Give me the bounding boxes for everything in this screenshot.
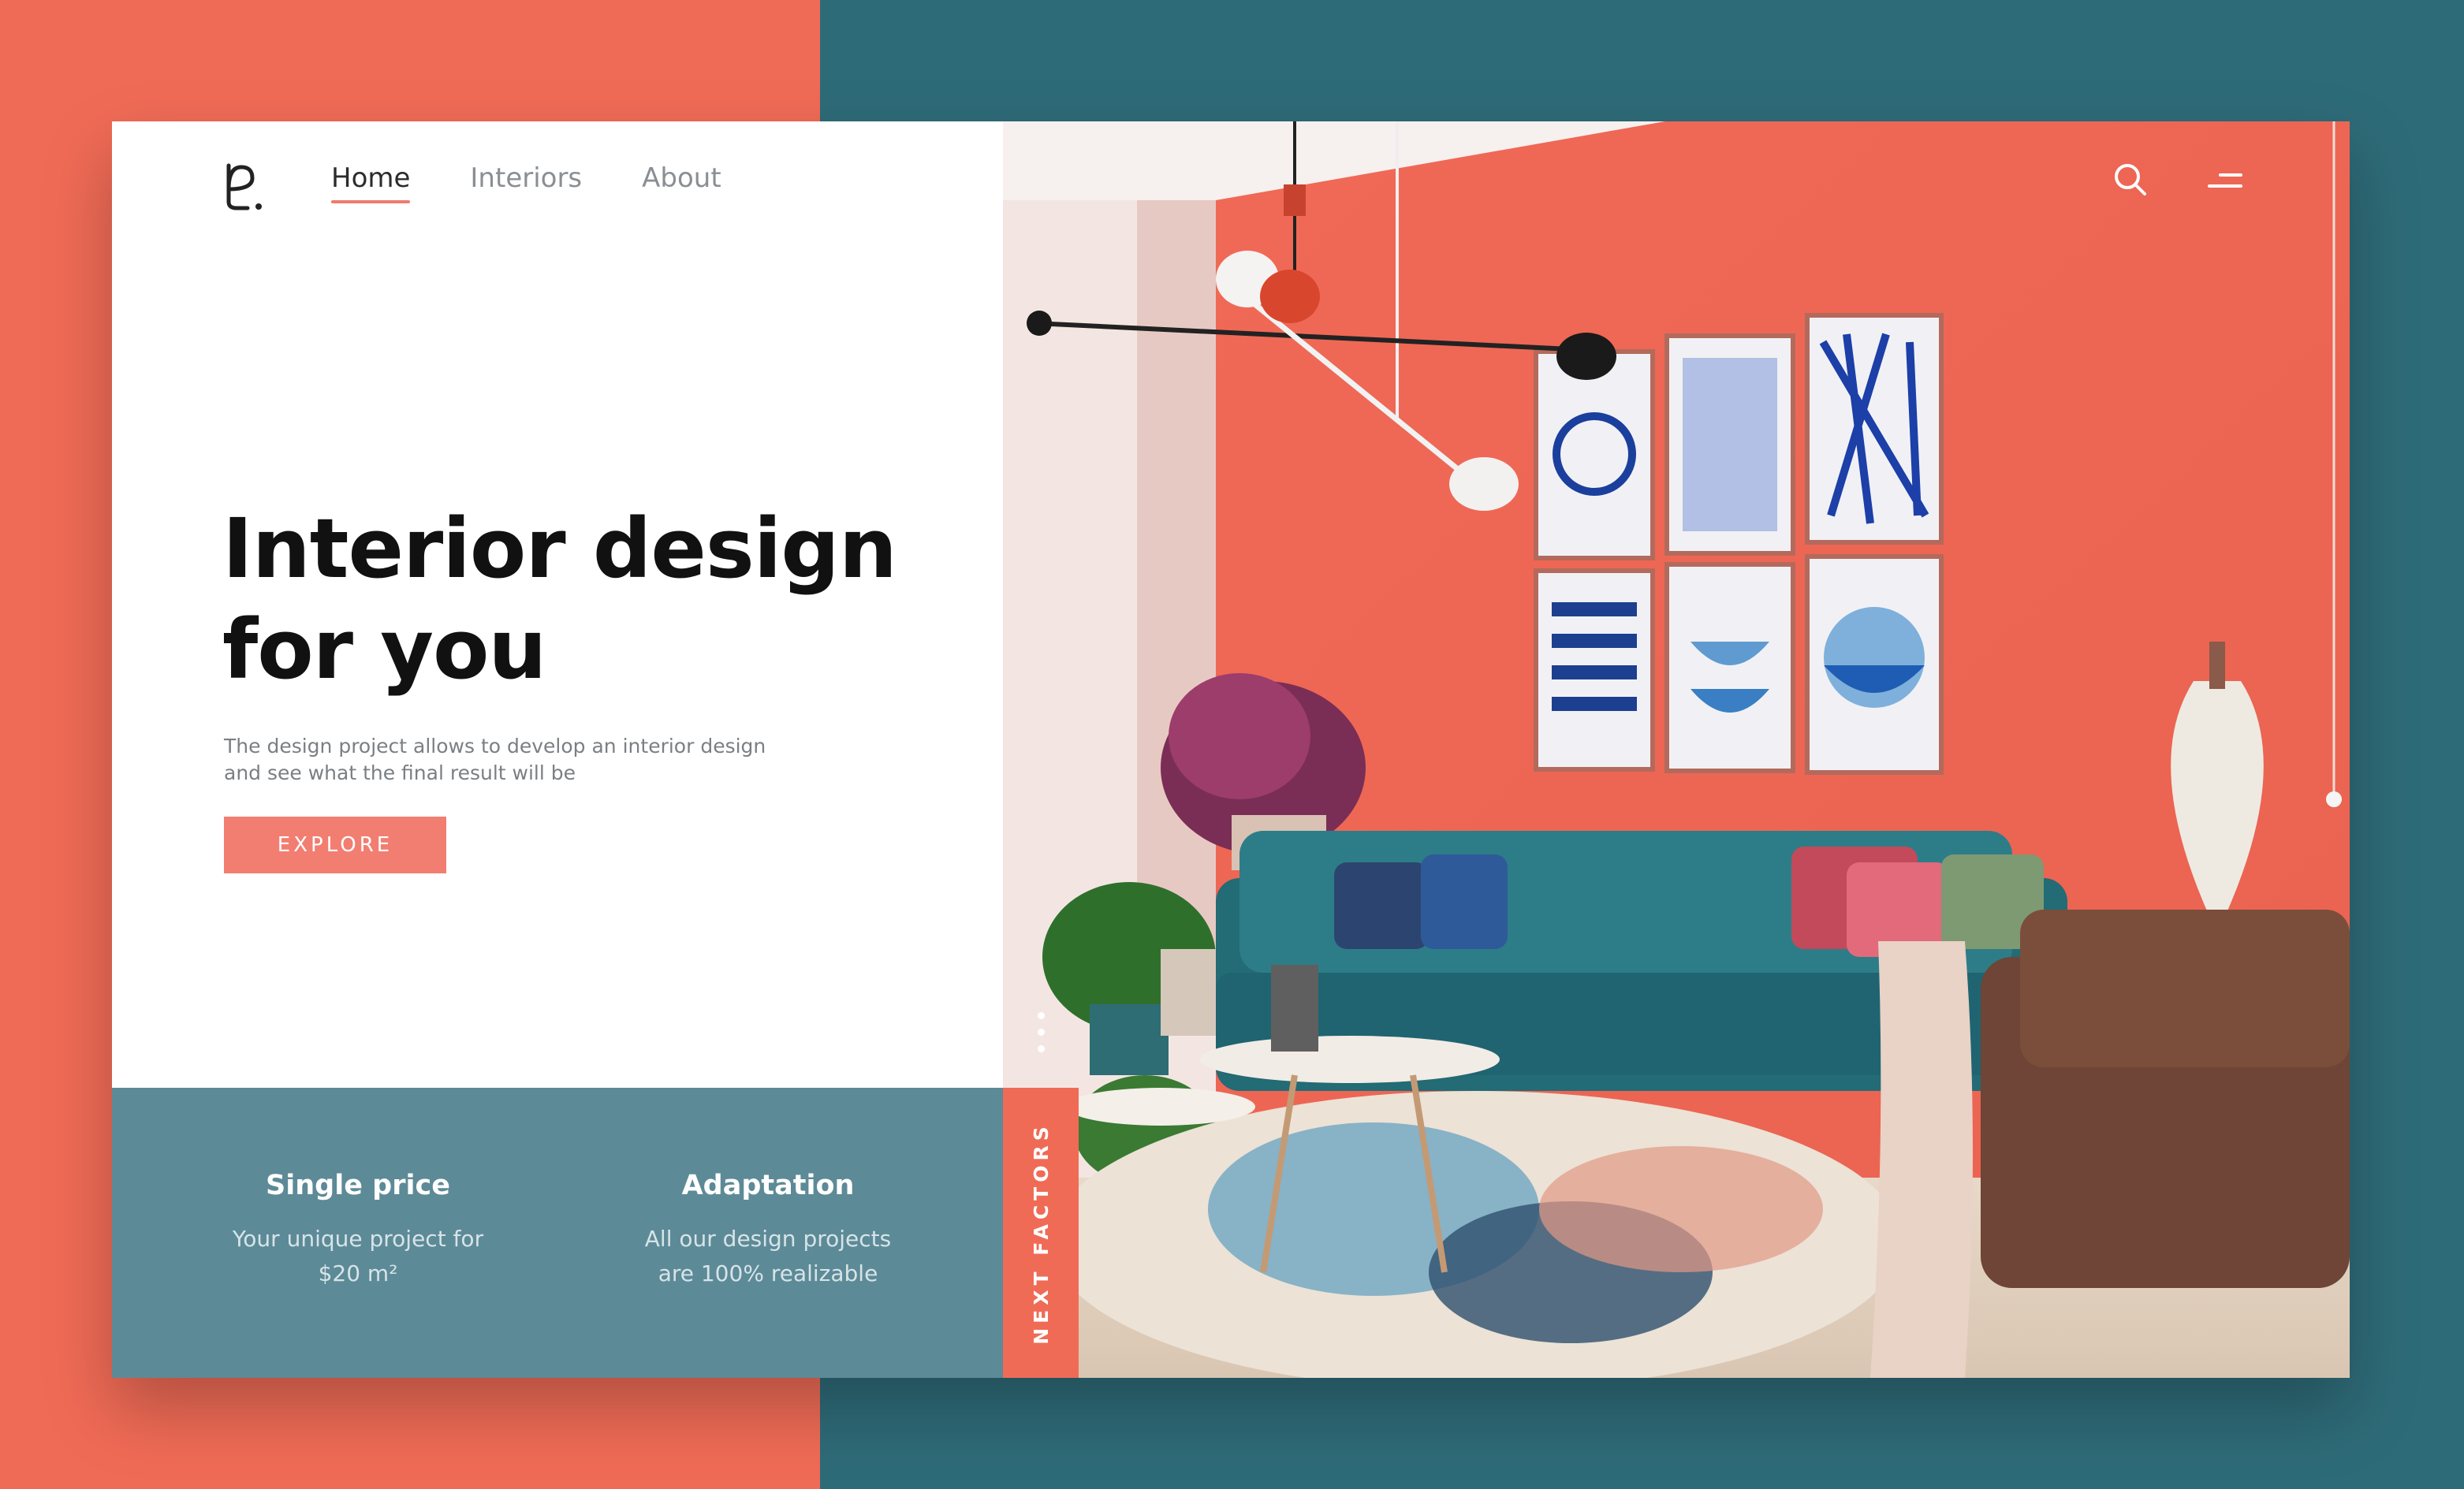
- hero-panel: Home Interiors About Interior design for…: [112, 121, 1003, 1088]
- explore-button[interactable]: EXPLORE: [224, 817, 446, 873]
- menu-icon[interactable]: [2205, 166, 2244, 197]
- brick-pillar: [1137, 169, 1216, 957]
- feature-text-line1: Your unique project for: [232, 1226, 484, 1252]
- slide-dot[interactable]: [1038, 1012, 1045, 1019]
- next-factors-tab[interactable]: NEXT FACTORS: [1003, 1088, 1079, 1378]
- slide-dots[interactable]: [1038, 1012, 1045, 1052]
- feature-single-price: Single price Your unique project for $20…: [185, 1170, 531, 1291]
- hero-title-line2: for you: [222, 601, 546, 698]
- feature-adaptation: Adaptation All our design projects are 1…: [595, 1170, 941, 1291]
- interior-photo: [1003, 121, 2350, 1378]
- slide-dot[interactable]: [1038, 1045, 1045, 1052]
- hero-description: The design project allows to develop an …: [224, 733, 823, 787]
- main-nav: Home Interiors About: [331, 162, 721, 203]
- feature-text-line2: $20 m²: [318, 1260, 398, 1286]
- nav-interiors[interactable]: Interiors: [470, 162, 582, 203]
- hero-title-line1: Interior design: [222, 501, 897, 597]
- feature-text-line2: are 100% realizable: [658, 1260, 878, 1286]
- features-strip: Single price Your unique project for $20…: [112, 1088, 1003, 1378]
- slide-dot[interactable]: [1038, 1029, 1045, 1036]
- hero-title: Interior design for you: [222, 498, 916, 700]
- next-factors-label: NEXT FACTORS: [1029, 1121, 1053, 1345]
- hero-description-line2: and see what the final result will be: [224, 761, 576, 784]
- search-icon[interactable]: [2110, 159, 2151, 200]
- nav-about[interactable]: About: [642, 162, 721, 203]
- feature-title: Single price: [266, 1170, 450, 1201]
- hero-description-line1: The design project allows to develop an …: [224, 735, 766, 758]
- nav-home[interactable]: Home: [331, 162, 411, 203]
- logo-icon[interactable]: [218, 158, 265, 214]
- landing-card: Home Interiors About Interior design for…: [112, 121, 2350, 1378]
- wall-art-grid: [1534, 313, 1944, 775]
- feature-title: Adaptation: [681, 1170, 855, 1201]
- feature-text-line1: All our design projects: [644, 1226, 892, 1252]
- living-room-illustration: [1003, 121, 2350, 1378]
